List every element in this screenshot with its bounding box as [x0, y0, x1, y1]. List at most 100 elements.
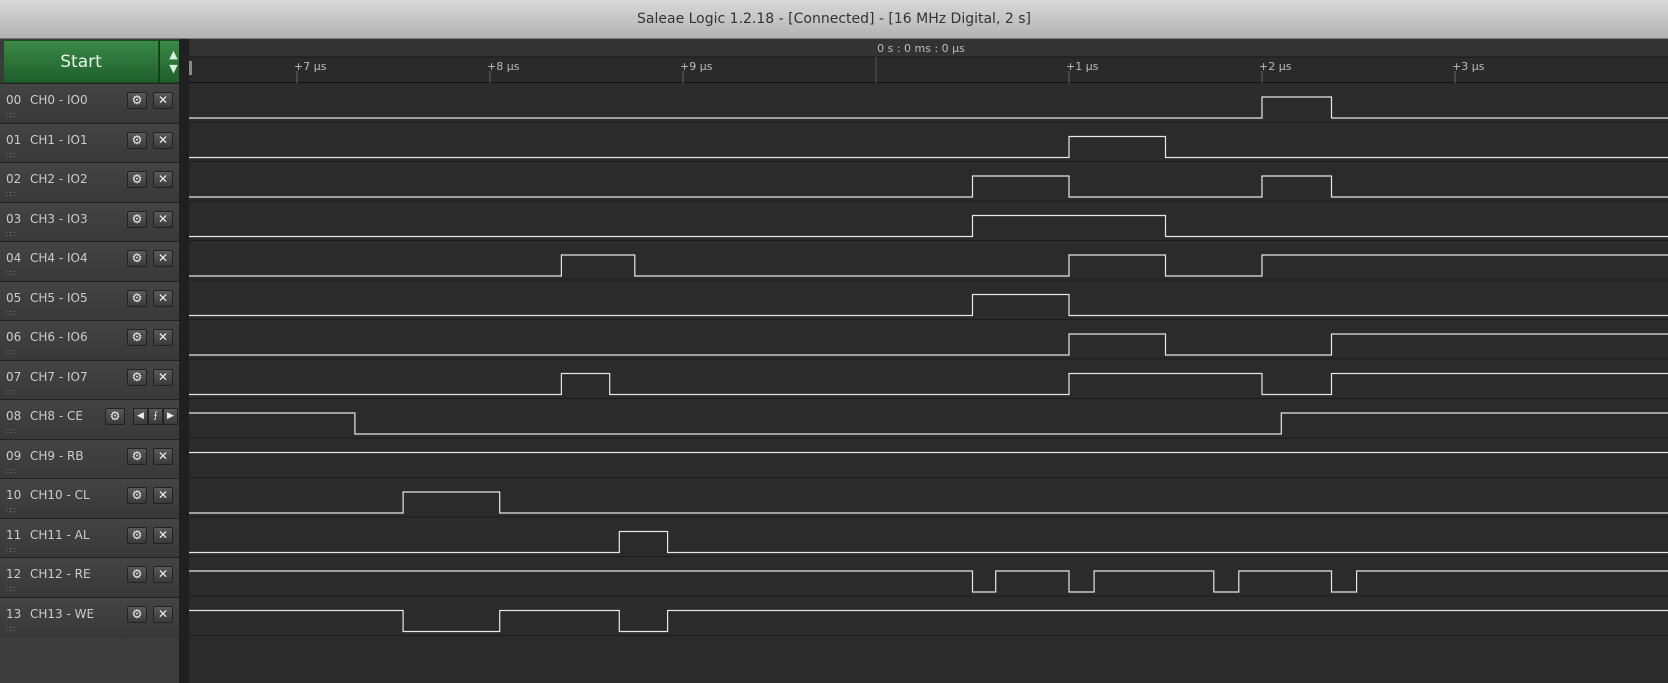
gear-icon[interactable]: ⚙: [127, 447, 147, 465]
channel-row[interactable]: 02 ∷∷ CH2 - IO2 ⚙ ✕: [0, 162, 189, 203]
channel-row[interactable]: 13 ∷∷ CH13 - WE ⚙ ✕: [0, 596, 189, 638]
close-icon[interactable]: ✕: [153, 92, 173, 109]
channel-row[interactable]: 03 ∷∷ CH3 - IO3 ⚙ ✕: [0, 201, 189, 243]
drag-handle-icon[interactable]: ∷∷: [6, 348, 15, 357]
close-icon[interactable]: ✕: [153, 566, 173, 583]
close-icon[interactable]: ✕: [153, 605, 173, 623]
channel-name[interactable]: CH0 - IO0: [30, 93, 88, 107]
channel-number: 01: [6, 132, 22, 147]
channel-number: 06: [6, 330, 22, 344]
waveform-lane: [189, 241, 1668, 280]
channel-number: 02: [6, 172, 22, 186]
close-icon[interactable]: ✕: [153, 289, 173, 307]
drag-handle-icon[interactable]: ∷∷: [6, 467, 15, 476]
channel-name[interactable]: CH7 - IO7: [30, 370, 88, 384]
drag-handle-icon[interactable]: ∷∷: [6, 625, 15, 634]
gear-icon[interactable]: ⚙: [127, 329, 147, 346]
close-icon[interactable]: ✕: [153, 131, 173, 149]
channel-scrollbar[interactable]: [179, 39, 189, 683]
channel-name[interactable]: CH5 - IO5: [30, 291, 88, 305]
close-icon[interactable]: ✕: [153, 487, 173, 504]
channel-name[interactable]: CH3 - IO3: [30, 212, 88, 226]
channel-name[interactable]: CH10 - CL: [30, 488, 90, 502]
waveform-lane: [189, 201, 1668, 240]
channel-name[interactable]: CH2 - IO2: [30, 172, 88, 186]
timeline-scroll-marker: [189, 61, 192, 75]
drag-handle-icon[interactable]: ∷∷: [6, 190, 15, 199]
gear-icon[interactable]: ⚙: [127, 605, 147, 623]
drag-handle-icon[interactable]: ∷∷: [6, 309, 15, 318]
triangle-down-icon: ▼: [169, 61, 178, 75]
channel-row[interactable]: 09 ∷∷ CH9 - RB ⚙ ✕: [0, 438, 189, 480]
gear-icon[interactable]: ⚙: [127, 92, 147, 109]
drag-handle-icon[interactable]: ∷∷: [6, 427, 15, 436]
channel-number: 09: [6, 448, 22, 463]
drag-handle-icon[interactable]: ∷∷: [6, 151, 15, 160]
channel-name[interactable]: CH13 - WE: [30, 607, 94, 621]
gear-icon[interactable]: ⚙: [127, 210, 147, 228]
trigger-prev-icon[interactable]: ◀: [133, 408, 148, 425]
channel-row[interactable]: 05 ∷∷ CH5 - IO5 ⚙ ✕: [0, 280, 189, 322]
close-icon[interactable]: ✕: [153, 250, 173, 267]
gear-icon[interactable]: ⚙: [127, 131, 147, 149]
gear-icon[interactable]: ⚙: [105, 408, 125, 425]
drag-handle-icon[interactable]: ∷∷: [6, 506, 15, 515]
drag-handle-icon[interactable]: ∷∷: [6, 585, 15, 594]
waveform-lane: [189, 122, 1668, 161]
waveform-lane: [189, 438, 1668, 477]
channel-row[interactable]: 11 ∷∷ CH11 - AL ⚙ ✕: [0, 517, 189, 559]
channel-row[interactable]: 06 ∷∷ CH6 - IO6 ⚙ ✕: [0, 320, 189, 361]
drag-handle-icon[interactable]: ∷∷: [6, 230, 15, 239]
drag-handle-icon[interactable]: ∷∷: [6, 111, 15, 120]
close-icon[interactable]: ✕: [153, 447, 173, 465]
waveform-lane: [189, 280, 1668, 319]
waveform-view[interactable]: 0 s : 0 ms : 0 μs +7 μs +8 μs +9 μs +1 μs +2 …: [189, 39, 1668, 683]
channel-name[interactable]: CH1 - IO1: [30, 133, 88, 147]
gear-icon[interactable]: ⚙: [127, 289, 147, 307]
waveform-lane: [189, 320, 1668, 359]
waveform-lane: [189, 517, 1668, 556]
close-icon[interactable]: ✕: [153, 526, 173, 544]
channel-row[interactable]: 01 ∷∷ CH1 - IO1 ⚙ ✕: [0, 122, 189, 164]
drag-handle-icon[interactable]: ∷∷: [6, 269, 15, 278]
gear-icon[interactable]: ⚙: [127, 566, 147, 583]
timeline-tick-label: +3 μs: [1452, 60, 1485, 73]
trigger-next-icon[interactable]: ▶: [163, 408, 178, 425]
channel-name[interactable]: CH8 - CE: [30, 409, 83, 423]
gear-icon[interactable]: ⚙: [127, 171, 147, 188]
triangle-up-icon: ▲: [169, 47, 178, 61]
channel-row[interactable]: 04 ∷∷ CH4 - IO4 ⚙ ✕: [0, 241, 189, 282]
window-title: Saleae Logic 1.2.18 - [Connected] - [16 …: [637, 11, 1031, 27]
channel-number: 00: [6, 93, 22, 107]
channel-row[interactable]: 08 ∷∷ CH8 - CE ⚙ ◀ ⨍ ▶: [0, 399, 189, 440]
channel-number: 08: [6, 409, 22, 423]
channel-name[interactable]: CH9 - RB: [30, 449, 84, 463]
trigger-edge-icon[interactable]: ⨍: [148, 408, 163, 425]
gear-icon[interactable]: ⚙: [127, 368, 147, 386]
channel-name[interactable]: CH6 - IO6: [30, 330, 88, 344]
gear-icon[interactable]: ⚙: [127, 487, 147, 504]
close-icon[interactable]: ✕: [153, 368, 173, 386]
start-button[interactable]: Start: [3, 40, 159, 83]
waveform-lane: [189, 359, 1668, 398]
channel-row[interactable]: 07 ∷∷ CH7 - IO7 ⚙ ✕: [0, 359, 189, 401]
channel-number: 03: [6, 211, 22, 226]
channel-row[interactable]: 00 ∷∷ CH0 - IO0 ⚙ ✕: [0, 83, 189, 124]
timeline-origin-label: 0 s : 0 ms : 0 μs: [877, 42, 965, 55]
channel-name[interactable]: CH12 - RE: [30, 567, 91, 581]
channel-row[interactable]: 12 ∷∷ CH12 - RE ⚙ ✕: [0, 557, 189, 598]
channel-name[interactable]: CH4 - IO4: [30, 251, 88, 265]
close-icon[interactable]: ✕: [153, 171, 173, 188]
channel-name[interactable]: CH11 - AL: [30, 528, 90, 542]
close-icon[interactable]: ✕: [153, 210, 173, 228]
timeline-tick-label: +8 μs: [487, 60, 520, 73]
waveform-lane: [189, 478, 1668, 517]
drag-handle-icon[interactable]: ∷∷: [6, 388, 15, 397]
close-icon[interactable]: ✕: [153, 329, 173, 346]
channel-row[interactable]: 10 ∷∷ CH10 - CL ⚙ ✕: [0, 478, 189, 519]
gear-icon[interactable]: ⚙: [127, 526, 147, 544]
gear-icon[interactable]: ⚙: [127, 250, 147, 267]
drag-handle-icon[interactable]: ∷∷: [6, 546, 15, 555]
waveform-lane: [189, 596, 1668, 635]
timeline-tick-label: +7 μs: [294, 60, 327, 73]
